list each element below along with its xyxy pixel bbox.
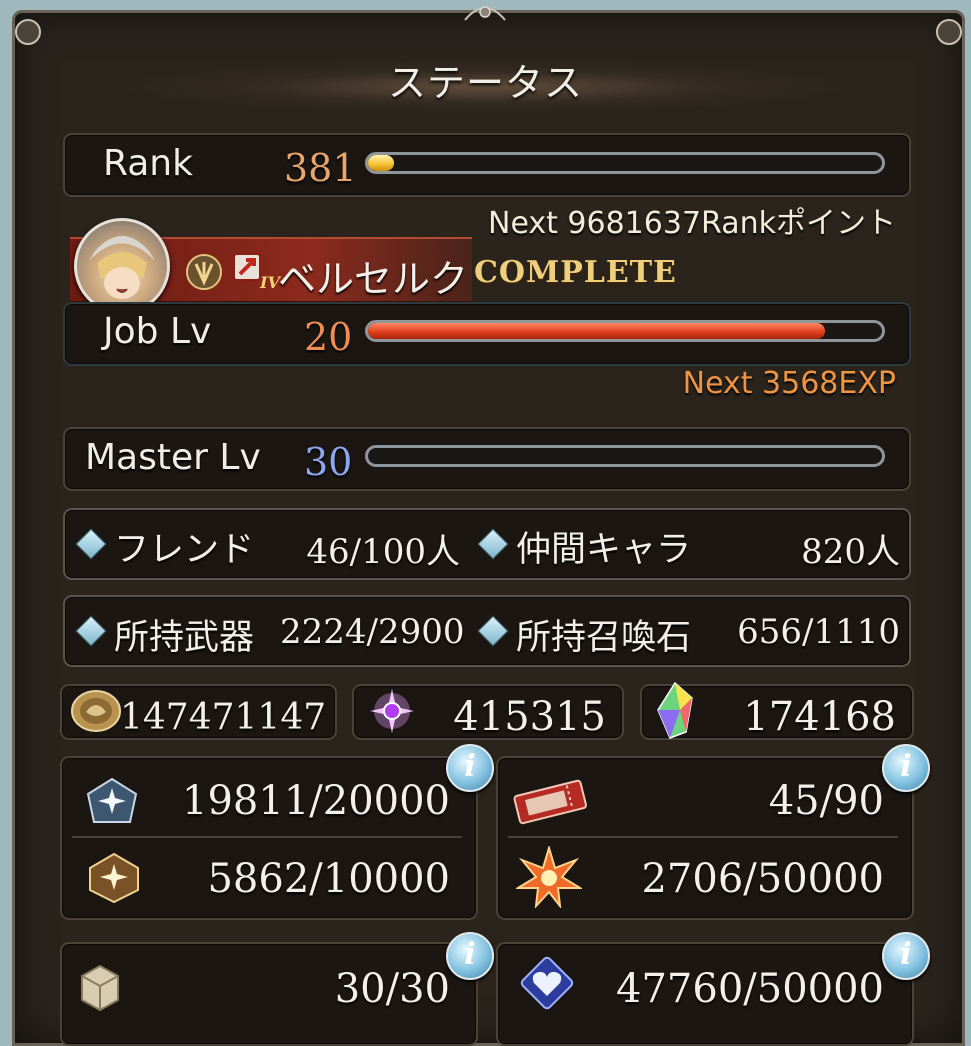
job-exp-fill <box>368 323 826 339</box>
ticket-info-button[interactable]: i <box>882 744 930 792</box>
ticket-icon <box>513 779 587 825</box>
divider <box>72 836 462 838</box>
top-ornament-icon <box>464 6 506 21</box>
job-tier: IV <box>260 273 280 292</box>
divider <box>508 836 898 838</box>
job-complete-badge: COMPLETE <box>474 255 677 290</box>
job-exp-bar <box>365 320 885 342</box>
rank-progress-fill <box>368 155 394 171</box>
ap-value: 19811/20000 <box>182 778 450 824</box>
job-next: Next 3568EXP <box>682 366 896 401</box>
ap-info-button[interactable]: i <box>446 744 494 792</box>
corner-ornament <box>15 19 41 45</box>
crew-value: 820人 <box>801 532 900 572</box>
gem-value: 174168 <box>743 694 896 740</box>
ap-icon <box>86 777 138 823</box>
burst-value: 2706/50000 <box>641 856 884 902</box>
job-lv-value: 20 <box>304 315 353 359</box>
rainbow-gem-icon <box>657 681 693 739</box>
rank-next: Next 9681637Rankポイント <box>488 206 896 241</box>
rupie-icon <box>71 690 121 732</box>
avatar-portrait <box>89 236 155 299</box>
summons-value: 656/1110 <box>737 612 900 652</box>
ep-icon <box>89 852 139 904</box>
weapons-value: 2224/2900 <box>280 612 465 652</box>
rupie-value: 147471147 <box>120 697 327 738</box>
crystal-icon <box>370 689 414 733</box>
crystal-value: 415315 <box>453 694 606 740</box>
job-lv-label: Job Lv <box>103 311 212 352</box>
heart-info-button[interactable]: i <box>882 932 930 980</box>
burst-icon <box>516 846 582 908</box>
heart-value: 47760/50000 <box>616 966 884 1012</box>
ep-value: 5862/10000 <box>207 856 450 902</box>
friend-value: 46/100人 <box>306 532 460 572</box>
friend-label: フレンド <box>114 530 255 570</box>
rank-value: 381 <box>284 146 357 190</box>
summons-label: 所持召喚石 <box>516 618 692 658</box>
box-icon <box>81 964 119 1012</box>
box-info-button[interactable]: i <box>446 932 494 980</box>
crew-label: 仲間キャラ <box>516 530 692 570</box>
corner-ornament <box>936 19 962 45</box>
master-lv-label: Master Lv <box>85 437 261 478</box>
job-name: ベルセルク <box>278 257 469 301</box>
job-class-icon <box>186 254 222 290</box>
weapons-label: 所持武器 <box>114 618 255 658</box>
rank-progress-bar <box>365 152 885 174</box>
ticket-value: 45/90 <box>768 778 884 824</box>
page-title: ステータス <box>387 61 583 105</box>
box-value: 30/30 <box>334 966 450 1012</box>
character-avatar[interactable] <box>74 218 170 314</box>
rank-label: Rank <box>103 143 193 184</box>
master-lv-value: 30 <box>304 440 353 484</box>
heart-icon <box>520 956 574 1010</box>
master-exp-bar <box>365 445 885 467</box>
